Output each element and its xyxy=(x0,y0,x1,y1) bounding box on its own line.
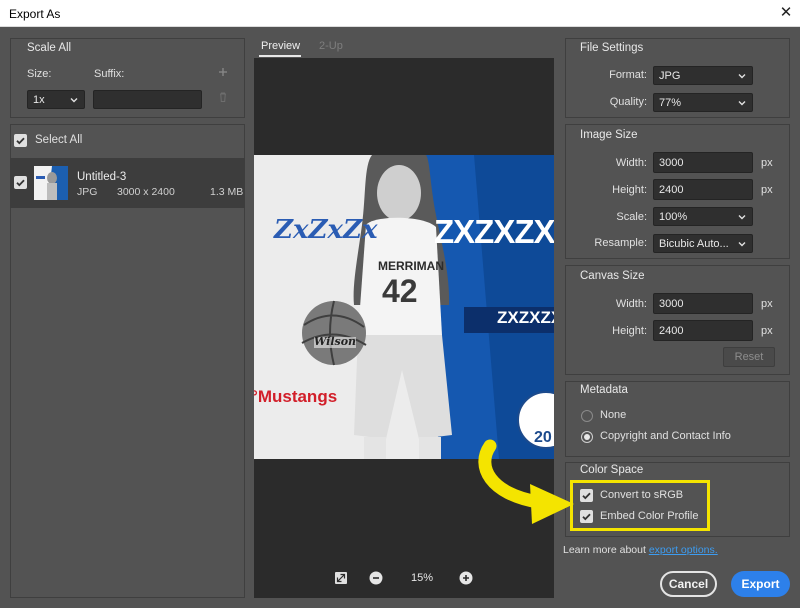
zoom-level: 15% xyxy=(411,572,434,584)
cancel-button[interactable]: Cancel xyxy=(660,571,717,597)
scale-select-value: 100% xyxy=(659,211,688,223)
quality-label: Quality: xyxy=(609,96,647,108)
scale-label: Scale: xyxy=(616,211,647,223)
canvas-size-title: Canvas Size xyxy=(580,270,645,282)
trash-icon[interactable] xyxy=(217,91,229,103)
embed-profile-label[interactable]: Embed Color Profile xyxy=(600,510,698,522)
artboard-script-text: ZxZxZx xyxy=(274,215,378,245)
convert-srgb-checkbox[interactable] xyxy=(580,489,593,502)
select-all-label[interactable]: Select All xyxy=(35,134,82,146)
convert-srgb-label[interactable]: Convert to sRGB xyxy=(600,489,683,501)
chevron-down-icon xyxy=(738,242,746,247)
tab-preview[interactable]: Preview xyxy=(261,40,300,52)
color-space-title: Color Space xyxy=(580,464,644,476)
resample-select-value: Bicubic Auto... xyxy=(659,238,729,250)
suffix-input[interactable] xyxy=(93,90,202,109)
image-width-input[interactable]: 3000 xyxy=(653,152,753,173)
metadata-copyright-radio[interactable] xyxy=(581,431,593,443)
format-label: Format: xyxy=(609,69,647,81)
chevron-down-icon xyxy=(738,215,746,220)
file-size: 1.3 MB xyxy=(210,186,244,198)
file-checkbox[interactable] xyxy=(14,176,27,189)
mustangs-word: Mustangs xyxy=(257,387,338,406)
color-space-highlight xyxy=(570,480,710,531)
canvas-width-unit: px xyxy=(761,298,773,310)
artboard-banner-text: ZXZXZX xyxy=(497,308,554,327)
quality-select-value: 77% xyxy=(659,97,682,109)
add-scale-icon[interactable] xyxy=(217,66,229,78)
quality-select[interactable]: 77% xyxy=(653,93,753,112)
file-dimensions: 3000 x 2400 xyxy=(117,186,175,198)
preview-image: ZxZxZx ZXZXZX ZXZXZX MERRIMAN 42 Wilson … xyxy=(254,155,554,459)
jersey-team-text: MERRIMAN xyxy=(378,259,444,273)
resample-label: Resample: xyxy=(594,237,647,249)
tab-2up[interactable]: 2-Up xyxy=(319,40,343,52)
size-select[interactable]: 1x xyxy=(27,90,85,109)
zoom-in-icon[interactable] xyxy=(459,571,473,585)
file-format: JPG xyxy=(77,186,98,198)
file-thumbnail xyxy=(34,166,68,200)
image-width-label: Width: xyxy=(615,157,647,169)
export-options-link[interactable]: export options. xyxy=(649,544,718,556)
format-select-value: JPG xyxy=(659,70,681,82)
artboard-heading-text: ZXZXZX xyxy=(434,213,554,250)
image-size-title: Image Size xyxy=(580,129,638,141)
suffix-label: Suffix: xyxy=(94,68,125,80)
select-all-checkbox[interactable] xyxy=(14,134,27,147)
canvas-width-label: Width: xyxy=(615,298,647,310)
scale-all-title: Scale All xyxy=(27,42,72,54)
scale-select[interactable]: 100% xyxy=(653,207,753,226)
resample-select[interactable]: Bicubic Auto... xyxy=(653,234,753,253)
metadata-copyright-label[interactable]: Copyright and Contact Info xyxy=(600,430,731,442)
chevron-down-icon xyxy=(70,98,78,103)
annotation-arrow xyxy=(468,436,580,526)
fit-to-view-icon[interactable] xyxy=(334,571,348,585)
image-height-label: Height: xyxy=(612,184,647,196)
size-label: Size: xyxy=(27,68,52,80)
format-select[interactable]: JPG xyxy=(653,66,753,85)
ball-brand-text: Wilson xyxy=(314,335,357,348)
metadata-none-label[interactable]: None xyxy=(600,409,626,421)
canvas-height-label: Height: xyxy=(612,325,647,337)
chevron-down-icon xyxy=(738,101,746,106)
close-icon[interactable]: ✕ xyxy=(776,3,796,23)
canvas-width-input[interactable]: 3000 xyxy=(653,293,753,314)
title-bar: Export As ✕ xyxy=(0,0,800,27)
image-width-unit: px xyxy=(761,157,773,169)
reset-button[interactable]: Reset xyxy=(723,347,775,367)
learn-more-text: Learn more about export options. xyxy=(563,544,718,556)
file-row[interactable]: Untitled-3 JPG 3000 x 2400 1.3 MB xyxy=(10,158,245,208)
jersey-number-text: 42 xyxy=(382,273,418,309)
embed-profile-checkbox[interactable] xyxy=(580,510,593,523)
export-button[interactable]: Export xyxy=(731,571,790,597)
canvas-height-unit: px xyxy=(761,325,773,337)
size-select-value: 1x xyxy=(33,94,45,106)
image-height-unit: px xyxy=(761,184,773,196)
file-name: Untitled-3 xyxy=(77,171,127,183)
metadata-title: Metadata xyxy=(580,384,628,396)
image-height-input[interactable]: 2400 xyxy=(653,179,753,200)
metadata-none-radio[interactable] xyxy=(581,410,593,422)
zoom-out-icon[interactable] xyxy=(369,571,383,585)
canvas-height-input[interactable]: 2400 xyxy=(653,320,753,341)
tab-preview-underline xyxy=(259,55,301,57)
mustangs-text: °Mustangs xyxy=(254,387,337,407)
chevron-down-icon xyxy=(738,74,746,79)
window-title: Export As xyxy=(9,7,61,21)
learn-more-prefix: Learn more about xyxy=(563,544,646,556)
file-settings-title: File Settings xyxy=(580,42,644,54)
